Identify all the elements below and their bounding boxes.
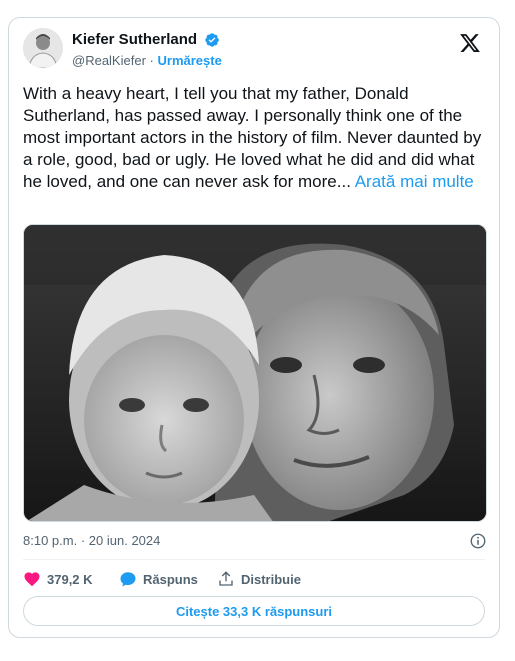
share-label: Distribuie — [241, 571, 301, 587]
tweet-date[interactable]: 20 iun. 2024 — [89, 533, 161, 548]
like-button[interactable]: 379,2 K — [23, 569, 93, 589]
author-display-name[interactable]: Kiefer Sutherland — [72, 31, 197, 49]
tweet-photo[interactable] — [23, 224, 487, 522]
read-replies-button[interactable]: Citește 33,3 K răspunsuri — [23, 596, 485, 626]
tweet-text-block: With a heavy heart, I tell you that my f… — [23, 83, 487, 193]
heart-icon — [24, 572, 40, 587]
tweet-header: Kiefer Sutherland @RealKiefer · Urmăreșt… — [23, 28, 487, 72]
like-count: 379,2 K — [47, 571, 93, 587]
divider — [23, 559, 485, 560]
verified-badge-icon — [205, 33, 220, 47]
share-icon — [219, 571, 233, 586]
handle-separator: · — [149, 53, 154, 69]
info-icon[interactable] — [469, 532, 487, 550]
author-avatar[interactable] — [23, 28, 63, 68]
reply-bubble-icon — [120, 572, 136, 587]
follow-button[interactable]: Urmărește — [158, 53, 222, 68]
author-names: Kiefer Sutherland @RealKiefer · Urmăreșt… — [72, 31, 222, 70]
tweet-card: Kiefer Sutherland @RealKiefer · Urmăreșt… — [8, 17, 500, 638]
reply-label: Răspuns — [143, 571, 198, 587]
tweet-meta: 8:10 p.m. · 20 iun. 2024 — [23, 533, 487, 551]
share-button[interactable]: Distribuie — [217, 569, 301, 589]
show-more-link[interactable]: Arată mai multe — [355, 172, 474, 191]
author-handle[interactable]: @RealKiefer — [72, 53, 146, 68]
reply-button[interactable]: Răspuns — [119, 569, 198, 589]
photo-illustration — [24, 225, 486, 521]
read-replies-label: Citește 33,3 K răspunsuri — [175, 603, 333, 619]
tweet-time[interactable]: 8:10 p.m. — [23, 533, 77, 548]
meta-separator: · — [80, 533, 86, 548]
tweet-actions: 379,2 K Răspuns Distribuie — [23, 569, 485, 589]
x-logo-icon[interactable] — [459, 32, 481, 54]
